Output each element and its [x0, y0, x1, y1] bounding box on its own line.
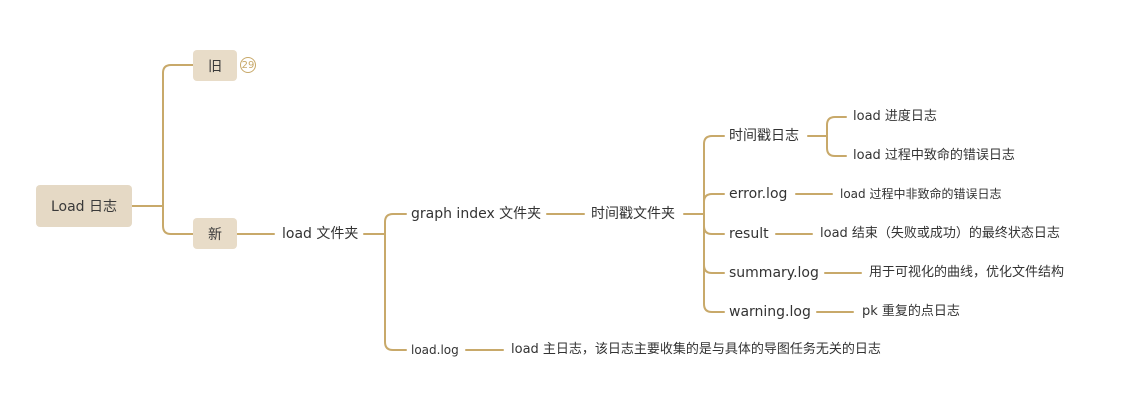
- collapsed-count-badge[interactable]: 29: [240, 57, 256, 73]
- link-root-old: [162, 64, 194, 207]
- link-ts-error: [703, 193, 725, 215]
- old-node[interactable]: 旧: [193, 50, 237, 81]
- link-ts-tslog: [703, 135, 725, 215]
- error-log-node[interactable]: error.log: [729, 184, 787, 204]
- warning-desc-node[interactable]: pk 重复的点日志: [862, 302, 960, 322]
- link-ts-summary: [703, 213, 725, 274]
- old-node-label: 旧: [208, 58, 222, 75]
- link-folder-loadlog: [384, 233, 407, 351]
- progress-log-node[interactable]: load 进度日志: [853, 107, 937, 127]
- result-desc-node[interactable]: load 结束（失败或成功）的最终状态日志: [820, 224, 1060, 244]
- link-tslog-fatal: [826, 135, 847, 157]
- link-folder-graph: [384, 213, 407, 235]
- link-ts-result: [703, 213, 725, 235]
- result-node[interactable]: result: [729, 224, 769, 244]
- warning-log-node[interactable]: warning.log: [729, 302, 811, 322]
- link-root-new: [162, 205, 194, 235]
- timestamp-log-node[interactable]: 时间戳日志: [729, 126, 799, 146]
- timestamp-folder-node[interactable]: 时间戳文件夹: [591, 204, 675, 224]
- new-node-label: 新: [208, 226, 222, 243]
- link-tslog-progress: [826, 116, 847, 137]
- collapsed-count: 29: [241, 59, 255, 71]
- load-log-desc-node[interactable]: load 主日志，该日志主要收集的是与具体的导图任务无关的日志: [511, 340, 881, 360]
- fatal-log-node[interactable]: load 过程中致命的错误日志: [853, 146, 1015, 166]
- load-log-node[interactable]: load.log: [411, 340, 459, 360]
- new-node[interactable]: 新: [193, 218, 237, 249]
- error-desc-node[interactable]: load 过程中非致命的错误日志: [840, 184, 1001, 204]
- graph-index-node[interactable]: graph index 文件夹: [411, 204, 541, 224]
- load-folder-node[interactable]: load 文件夹: [282, 224, 358, 244]
- root-node-label: Load 日志: [50, 199, 118, 215]
- summary-desc-node[interactable]: 用于可视化的曲线，优化文件结构: [869, 263, 1064, 283]
- summary-log-node[interactable]: summary.log: [729, 263, 819, 283]
- link-ts-warning: [703, 213, 725, 313]
- root-node[interactable]: Load 日志: [36, 185, 132, 227]
